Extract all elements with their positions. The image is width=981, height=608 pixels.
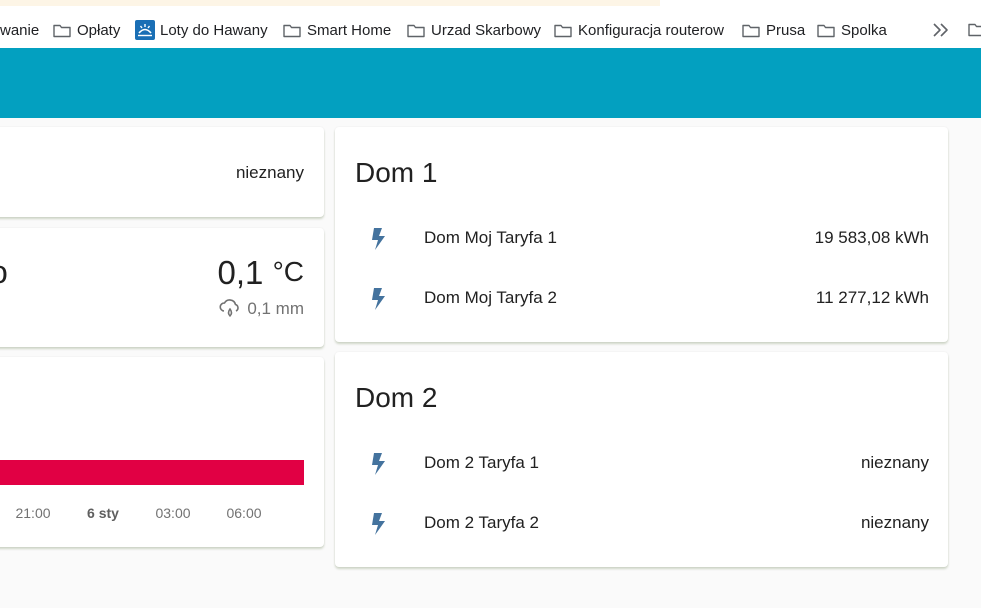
time-axis-tick-date: 6 sty <box>87 505 119 521</box>
weather-condition-text: o <box>0 254 8 291</box>
folder-icon <box>53 24 71 37</box>
bookmark-label: Prusa <box>766 21 806 39</box>
entity-name: Dom 2 Taryfa 1 <box>424 453 539 472</box>
bookmark-folder-urzad-skarbowy[interactable]: Urzad Skarbowy <box>407 19 541 41</box>
time-axis-tick: 03:00 <box>155 505 191 521</box>
folder-icon <box>283 24 301 37</box>
bookmark-label: Urzad Skarbowy <box>431 21 542 39</box>
history-graph-card[interactable]: 21:00 6 sty 03:00 06:00 <box>0 357 324 547</box>
time-axis-tick: 21:00 <box>15 505 51 521</box>
precipitation-value: 0,1 mm <box>247 299 304 318</box>
folder-icon <box>554 24 572 37</box>
bookmark-loty-do-hawany[interactable]: Loty do Hawany <box>135 19 268 41</box>
entity-row[interactable]: Dom 2 Taryfa 1 nieznany <box>335 443 948 483</box>
flash-icon <box>372 228 385 250</box>
entity-row[interactable]: Dom 2 Taryfa 2 nieznany <box>335 503 948 543</box>
temperature-unit: °C <box>272 256 304 287</box>
app-toolbar <box>0 48 981 118</box>
bookmark-label: Opłaty <box>77 21 121 39</box>
entity-value: 19 583,08 kWh <box>814 228 929 247</box>
entity-name: Dom 2 Taryfa 2 <box>424 513 539 532</box>
flash-icon <box>372 453 385 475</box>
bookmark-label: Smart Home <box>307 21 392 39</box>
entity-state-value: nieznany <box>235 163 304 182</box>
folder-icon <box>407 24 425 37</box>
weather-pouring-icon <box>219 299 240 318</box>
entities-card-dom-1: Dom 1 Dom Moj Taryfa 1 19 583,08 kWh Dom… <box>335 127 948 342</box>
bookmark-folder-smart-home[interactable]: Smart Home <box>283 19 391 41</box>
bookmark-folder-konfiguracja-routerow[interactable]: Konfiguracja routerow <box>554 19 724 41</box>
card-title: Dom 2 <box>355 382 438 413</box>
entity-value: 11 277,12 kWh <box>815 288 929 307</box>
temperature-value: 0,1 <box>217 254 264 291</box>
bookmark-folder-spolka[interactable]: Spolka <box>817 19 887 41</box>
bookmark-label: Loty do Hawany <box>160 21 268 39</box>
bookmark-label: Konfiguracja routerow <box>578 21 724 39</box>
weather-precipitation: 0,1 mm <box>218 298 304 320</box>
bookmark-item-cut[interactable]: wanie <box>0 19 39 41</box>
tab-strip-edge <box>0 0 660 6</box>
flash-icon <box>372 288 385 310</box>
card-title: Dom 1 <box>355 157 438 188</box>
weather-temperature: 0,1 °C <box>218 254 304 292</box>
flash-icon <box>372 513 385 535</box>
entity-name: Dom Moj Taryfa 2 <box>424 288 557 307</box>
entity-row[interactable]: Dom Moj Taryfa 2 11 277,12 kWh <box>335 278 948 318</box>
timeline-bar[interactable] <box>0 460 304 485</box>
entity-value: nieznany <box>860 513 929 532</box>
time-axis-tick: 06:00 <box>226 505 262 521</box>
folder-icon <box>742 24 760 37</box>
chevron-double-right-icon[interactable] <box>930 20 952 40</box>
bookmark-folder-prusa[interactable]: Prusa <box>742 19 805 41</box>
entity-name: Dom Moj Taryfa 1 <box>424 228 557 247</box>
entities-card-dom-2: Dom 2 Dom 2 Taryfa 1 nieznany Dom 2 Tary… <box>335 352 948 567</box>
bookmarks-bar: wanie Opłaty Loty do Hawany Smart Home U… <box>0 0 981 48</box>
bookmark-label: Spolka <box>841 21 887 39</box>
entity-state-card[interactable]: nieznany <box>0 127 324 217</box>
favicon-icon <box>135 20 155 40</box>
entity-row[interactable]: Dom Moj Taryfa 1 19 583,08 kWh <box>335 218 948 258</box>
weather-card[interactable]: o 0,1 °C 0,1 mm <box>0 228 324 347</box>
bookmark-folder-oplaty[interactable]: Opłaty <box>53 19 120 41</box>
folder-icon <box>817 24 835 37</box>
bookmark-label: wanie <box>0 21 40 39</box>
entity-value: nieznany <box>860 453 929 472</box>
folder-icon[interactable] <box>968 22 981 37</box>
